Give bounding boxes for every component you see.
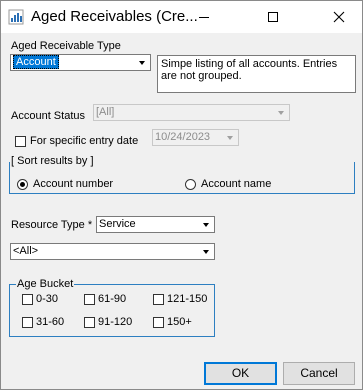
minimize-button[interactable] xyxy=(182,1,227,33)
receivable-type-select[interactable]: Account xyxy=(10,54,151,71)
cancel-button[interactable]: Cancel xyxy=(283,362,355,385)
entry-date-label: For specific entry date xyxy=(30,135,139,147)
minimize-icon xyxy=(199,17,209,18)
resource-type-value: Service xyxy=(99,218,136,230)
app-icon xyxy=(8,9,24,25)
age-bucket-group xyxy=(9,284,215,337)
age-bucket-label: 61-90 xyxy=(98,293,127,305)
resource-filter-select[interactable]: <All> xyxy=(10,243,215,260)
age-bucket-label: 0-30 xyxy=(36,293,59,305)
aged-receivables-dialog: Aged Receivables (Cre... Aged Receivable… xyxy=(0,0,363,390)
entry-date-picker[interactable]: 10/24/2023 xyxy=(152,129,239,146)
sort-account-name-label: Account name xyxy=(201,178,272,190)
age-bucket-checkbox[interactable] xyxy=(153,317,164,328)
chevron-down-icon xyxy=(139,61,145,65)
chevron-down-icon xyxy=(227,136,233,140)
age-bucket-label: 31-60 xyxy=(36,316,65,328)
title-bar[interactable]: Aged Receivables (Cre... xyxy=(1,1,362,33)
chevron-down-icon xyxy=(203,250,209,254)
receivable-type-label: Aged Receivable Type xyxy=(11,40,121,52)
age-bucket-legend: Age Bucket xyxy=(16,278,75,290)
account-status-label: Account Status xyxy=(11,110,85,122)
age-bucket-label: 121-150 xyxy=(167,293,208,305)
age-bucket-checkbox[interactable] xyxy=(84,294,95,305)
sort-account-number-label: Account number xyxy=(33,178,114,190)
receivable-type-description: Simpe listing of all accounts. Entries a… xyxy=(157,55,356,93)
maximize-icon xyxy=(268,12,278,22)
resource-filter-value: <All> xyxy=(13,245,39,257)
age-bucket-checkbox[interactable] xyxy=(84,317,95,328)
account-status-select[interactable]: [All] xyxy=(93,104,290,121)
maximize-button[interactable] xyxy=(251,1,296,33)
age-bucket-checkbox[interactable] xyxy=(22,317,33,328)
receivable-type-value: Account xyxy=(13,55,59,69)
resource-type-label: Resource Type * xyxy=(11,219,93,231)
sort-account-name-radio[interactable] xyxy=(185,179,196,190)
ok-button[interactable]: OK xyxy=(204,362,277,385)
entry-date-value: 10/24/2023 xyxy=(155,131,211,143)
sort-legend: [ Sort results by ] xyxy=(10,155,95,167)
age-bucket-label: 91-120 xyxy=(98,316,133,328)
close-button[interactable] xyxy=(317,1,362,33)
account-status-value: [All] xyxy=(96,106,115,118)
sort-account-number-radio[interactable] xyxy=(17,179,28,190)
close-icon xyxy=(333,11,345,23)
required-mark: * xyxy=(87,219,93,231)
age-bucket-label: 150+ xyxy=(167,316,192,328)
window-title: Aged Receivables (Cre... xyxy=(31,8,198,25)
chevron-down-icon xyxy=(278,111,284,115)
age-bucket-checkbox[interactable] xyxy=(153,294,164,305)
age-bucket-checkbox[interactable] xyxy=(22,294,33,305)
entry-date-checkbox[interactable] xyxy=(15,136,26,147)
chevron-down-icon xyxy=(203,223,209,227)
resource-type-select[interactable]: Service xyxy=(96,216,215,233)
